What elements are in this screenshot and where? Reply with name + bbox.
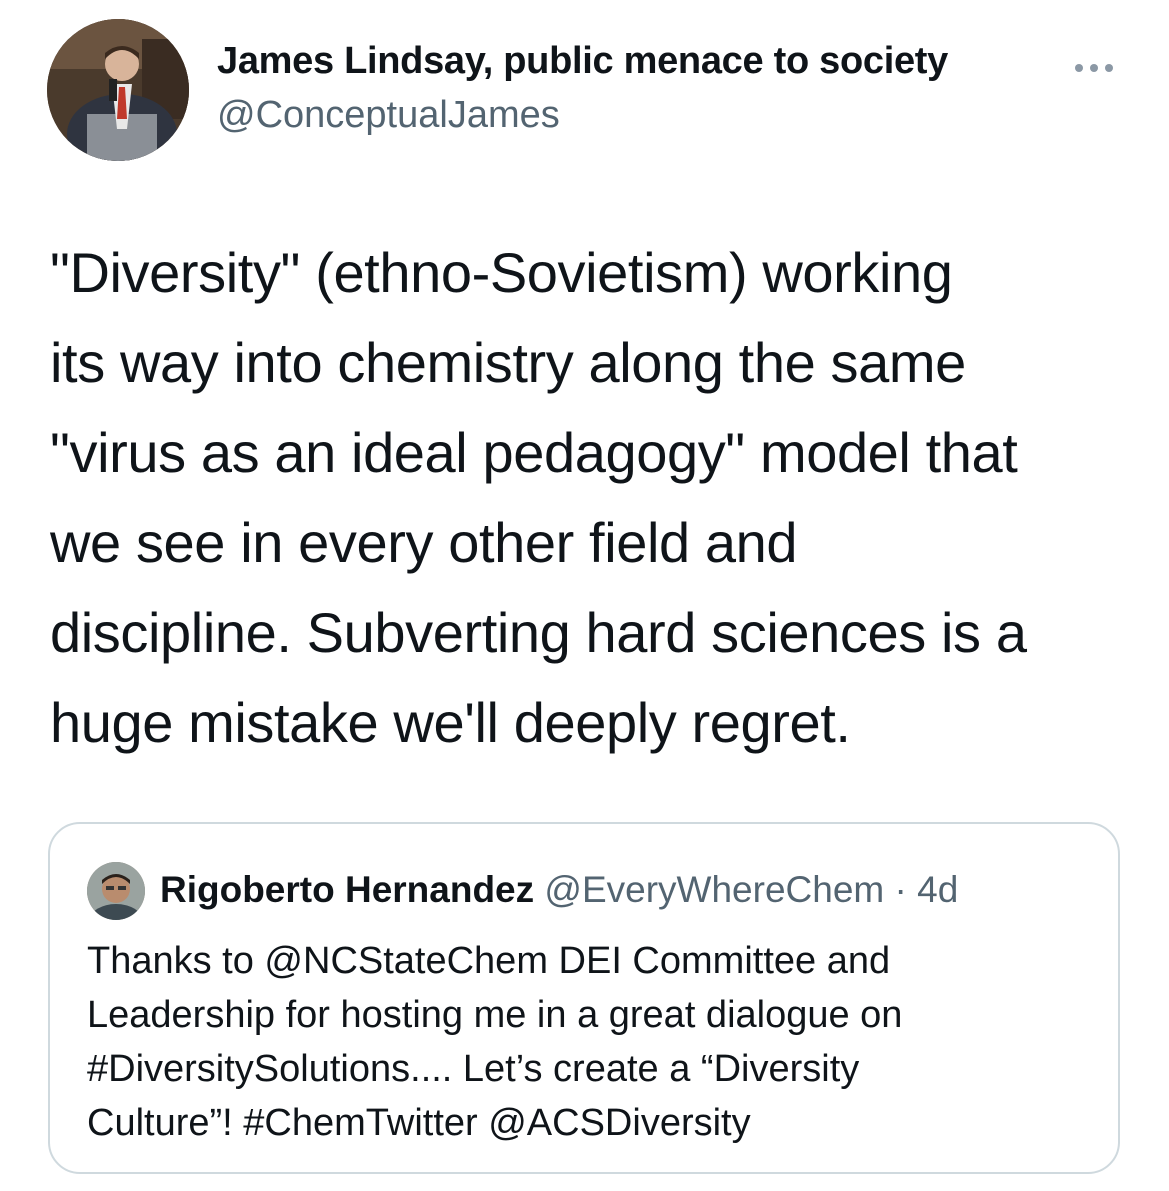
quoted-author-handle[interactable]: @EveryWhereChem bbox=[544, 869, 884, 910]
author-avatar-image bbox=[47, 19, 189, 161]
author-handle[interactable]: @ConceptualJames bbox=[217, 94, 560, 137]
tweet-text-line: "virus as an ideal pedagogy" model that bbox=[50, 421, 1018, 484]
author-display-name[interactable]: James Lindsay, public menace to society bbox=[217, 40, 948, 83]
author-avatar[interactable] bbox=[47, 19, 189, 161]
quoted-tweet-separator: · bbox=[884, 869, 918, 910]
quoted-author-display-name[interactable]: Rigoberto Hernandez bbox=[160, 869, 534, 910]
quoted-tweet-text: Thanks to @NCStateChem DEI Committee and… bbox=[87, 934, 1097, 1150]
quoted-author-avatar[interactable] bbox=[87, 862, 145, 920]
quoted-tweet-text-line: Thanks to @NCStateChem DEI Committee and bbox=[87, 940, 891, 982]
tweet-text-line: huge mistake we'll deeply regret. bbox=[50, 691, 851, 754]
quoted-tweet-header: Rigoberto Hernandez @EveryWhereChem · 4d bbox=[160, 869, 958, 911]
more-horizontal-icon[interactable] bbox=[1071, 58, 1117, 78]
tweet-text-line: we see in every other field and bbox=[50, 511, 798, 574]
quoted-tweet-timestamp[interactable]: 4d bbox=[917, 869, 958, 910]
quoted-tweet-card[interactable]: Rigoberto Hernandez @EveryWhereChem · 4d… bbox=[48, 822, 1120, 1174]
tweet-text-line: discipline. Subverting hard sciences is … bbox=[50, 601, 1027, 664]
quoted-author-avatar-image bbox=[87, 862, 145, 920]
quoted-tweet-text-line: Leadership for hosting me in a great dia… bbox=[87, 994, 903, 1036]
tweet-text-line: its way into chemistry along the same bbox=[50, 331, 966, 394]
quoted-tweet-text-line: #DiversitySolutions.... Let’s create a “… bbox=[87, 1048, 860, 1090]
tweet-text: "Diversity" (ethno-Sovietism) working it… bbox=[50, 228, 1150, 768]
tweet-text-line: "Diversity" (ethno-Sovietism) working bbox=[50, 241, 953, 304]
quoted-tweet-text-line: Culture”! #ChemTwitter @ACSDiversity bbox=[87, 1102, 751, 1144]
